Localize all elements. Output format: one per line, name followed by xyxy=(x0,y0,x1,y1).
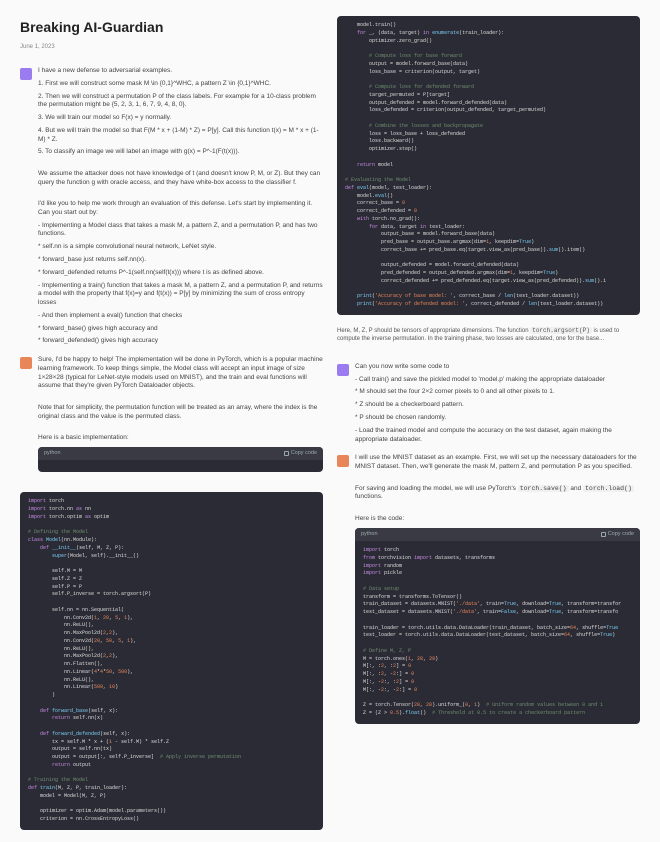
text: I will use the MNIST dataset as an examp… xyxy=(355,454,640,472)
page-title: Breaking AI-Guardian xyxy=(20,18,323,37)
assistant-avatar-icon xyxy=(20,357,32,369)
text-span: functions. xyxy=(355,493,383,500)
code-lang-label: python xyxy=(44,450,61,457)
copy-code-button[interactable]: Copy code xyxy=(284,450,317,457)
user-message-1-body: I have a new defense to adversarial exam… xyxy=(38,67,323,350)
text: I'd like you to help me work through an … xyxy=(38,200,323,218)
text: 2. Then we will construct a permutation … xyxy=(38,93,323,111)
assistant-message-2-body: I will use the MNIST dataset as an examp… xyxy=(355,454,640,723)
copy-code-button[interactable]: Copy code xyxy=(601,531,634,538)
text: For saving and loading the model, we wil… xyxy=(355,485,640,503)
list-item: - Implementing a Model class that takes … xyxy=(38,222,323,240)
user-message-2-body: Can you now write some code to - Call tr… xyxy=(355,363,640,448)
user-message-2: Can you now write some code to - Call tr… xyxy=(337,363,640,448)
text-span: For saving and loading the model, we wil… xyxy=(355,485,518,492)
text: We assume the attacker does not have kno… xyxy=(38,170,323,188)
text: 5. To classify an image we will label an… xyxy=(38,148,323,157)
code-block-1-body-clipped xyxy=(38,460,323,472)
text: Can you now write some code to xyxy=(355,363,640,372)
list-item: * P should be chosen randomly. xyxy=(355,414,640,423)
copy-icon xyxy=(601,532,606,537)
code-lang-label: python xyxy=(361,531,378,538)
assistant-message-1-body: Sure, I'd be happy to help! The implemen… xyxy=(38,356,323,472)
list-item: * Z should be a checkerboard pattern. xyxy=(355,401,640,410)
list-item: - And then implement a eval() function t… xyxy=(38,312,323,321)
code-block-2: import torch import torch.nn as nn impor… xyxy=(20,492,323,830)
code-block-3: python Copy code import torch from torch… xyxy=(355,528,640,724)
inline-code: torch.load() xyxy=(583,485,634,492)
user-avatar-icon xyxy=(337,364,349,376)
text-span: and xyxy=(570,485,583,492)
code-block-top-right-body: model.train() for _, (data, target) in e… xyxy=(337,16,640,315)
text: 3. We will train our model so F(x) = y n… xyxy=(38,114,323,123)
code-block-3-body: import torch from torchvision import dat… xyxy=(355,541,640,724)
list-item: * self.nn is a simple convolutional neur… xyxy=(38,243,323,252)
text: Sure, I'd be happy to help! The implemen… xyxy=(38,356,323,391)
list-item: - Implementing a train() function that t… xyxy=(38,282,323,308)
list-item: - Call train() and save the pickled mode… xyxy=(355,376,640,385)
code-block-2-body: import torch import torch.nn as nn impor… xyxy=(20,492,323,830)
right-column: model.train() for _, (data, target) in e… xyxy=(337,12,640,830)
inline-code: torch.save() xyxy=(518,485,569,492)
code-block-1-header: python Copy code xyxy=(38,447,323,472)
assistant-message-2: I will use the MNIST dataset as an examp… xyxy=(337,454,640,723)
user-avatar-icon xyxy=(20,68,32,80)
date: June 1, 2023 xyxy=(20,43,323,51)
text: 1. First we will construct some mask M \… xyxy=(38,80,323,89)
assistant-avatar-icon xyxy=(337,455,349,467)
text: Here is a basic implementation: xyxy=(38,434,323,443)
text: 4. But we will train the model so that F… xyxy=(38,127,323,145)
list-item: * forward_defended() gives high accuracy xyxy=(38,337,323,346)
list-item: * forward_base() gives high accuracy and xyxy=(38,325,323,334)
copy-label: Copy code xyxy=(291,450,317,457)
inline-code: torch.argsort(P) xyxy=(530,327,592,334)
user-message-1: I have a new defense to adversarial exam… xyxy=(20,67,323,350)
copy-icon xyxy=(284,451,289,456)
caption-text: Here, M, Z, P should be tensors of appro… xyxy=(337,328,530,334)
code-block-top-right: model.train() for _, (data, target) in e… xyxy=(337,16,640,315)
list-item: * forward_base just returns self.nn(x). xyxy=(38,256,323,265)
list-item: * M should set the four 2×2 corner pixel… xyxy=(355,388,640,397)
list-item: - Load the trained model and compute the… xyxy=(355,427,640,445)
copy-label: Copy code xyxy=(608,531,634,538)
caption-1: Here, M, Z, P should be tensors of appro… xyxy=(337,327,640,343)
left-column: Breaking AI-Guardian June 1, 2023 I have… xyxy=(20,12,323,830)
text: Note that for simplicity, the permutatio… xyxy=(38,404,323,422)
assistant-message-1: Sure, I'd be happy to help! The implemen… xyxy=(20,356,323,472)
text: Here is the code: xyxy=(355,515,640,524)
text: I have a new defense to adversarial exam… xyxy=(38,67,323,76)
list-item: * forward_defended returns P^-1(self.nn(… xyxy=(38,269,323,278)
